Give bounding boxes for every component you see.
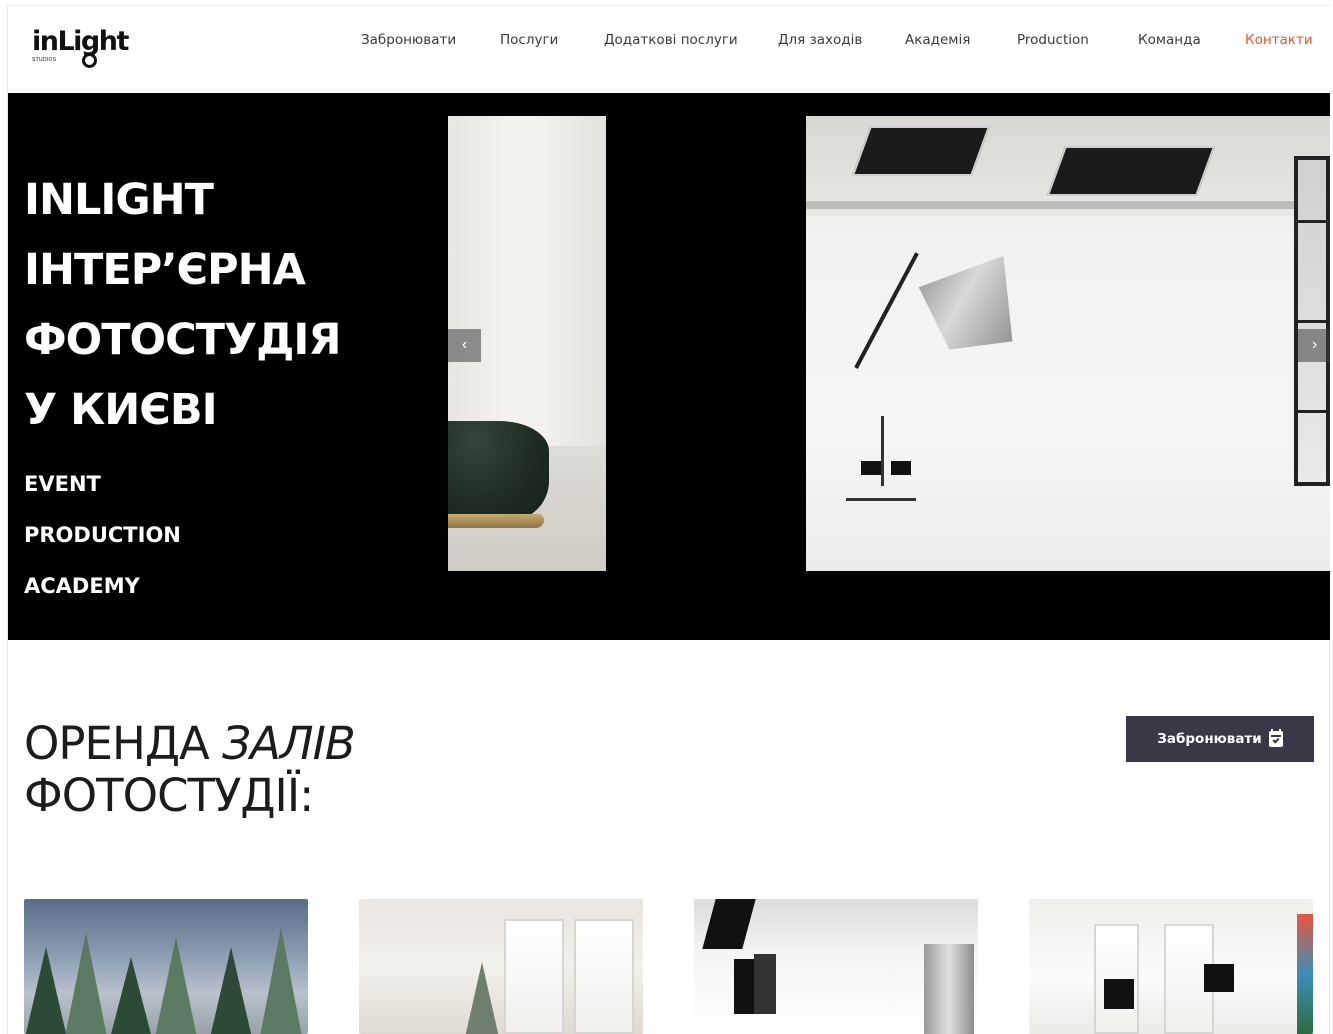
- studio-card-winter-forest[interactable]: [24, 899, 308, 1034]
- light-boom: [854, 252, 919, 369]
- window-bar: [1298, 220, 1326, 223]
- hero-title: INLIGHT ІНТЕР’ЄРНА ФОТОСТУДІЯ У КИЄВІ: [24, 165, 342, 445]
- softbox: [754, 954, 776, 1014]
- nav-item-services[interactable]: Послуги: [500, 32, 558, 48]
- sandbag: [891, 461, 911, 475]
- site-header: inLight STUDIOS Забронювати Послуги Дода…: [8, 6, 1330, 93]
- nav-item-production[interactable]: Production: [1017, 32, 1089, 48]
- logo-subtitle: STUDIOS: [32, 57, 57, 63]
- art-poster: [1297, 914, 1313, 1034]
- reflector-panel: [924, 944, 974, 1034]
- hero-title-line: ІНТЕР’ЄРНА: [24, 245, 306, 295]
- section-title-normal: ОРЕНДА: [24, 717, 210, 770]
- velvet-pouf: [448, 421, 549, 521]
- chevron-left-icon: ‹: [461, 336, 468, 353]
- hero-link-event[interactable]: EVENT: [24, 473, 181, 524]
- carousel-next-button[interactable]: ›: [1298, 329, 1330, 362]
- studio-card-cyclorama[interactable]: [694, 899, 978, 1034]
- nav-item-contacts[interactable]: Контакти: [1245, 32, 1313, 48]
- carousel-slide-studio: [806, 116, 1330, 571]
- hero-banner: INLIGHT ІНТЕР’ЄРНА ФОТОСТУДІЯ У КИЄВІ EV…: [8, 93, 1330, 640]
- studio-window: [1294, 156, 1330, 486]
- hero-title-line: INLIGHT: [24, 175, 214, 225]
- wall-shadow: [548, 116, 606, 456]
- logo-ring-icon: [82, 53, 97, 68]
- section-title-line2: ФОТОСТУДІЇ:: [24, 769, 314, 822]
- check-mark: [1272, 736, 1280, 744]
- window-frame: [574, 919, 634, 1034]
- fir-tree: [209, 947, 253, 1034]
- softbox: [1104, 979, 1134, 1009]
- book-button-label: Забронювати: [1157, 731, 1262, 747]
- sandbag: [861, 461, 881, 475]
- fir-tree: [154, 937, 198, 1034]
- calendar-check-icon: [1268, 729, 1283, 747]
- softbox: [917, 256, 1026, 361]
- fir-tree: [259, 927, 303, 1034]
- window-frame: [504, 919, 564, 1034]
- fir-tree: [64, 932, 108, 1034]
- nav-item-extra-services[interactable]: Додаткові послуги: [604, 32, 738, 48]
- hero-title-line: ФОТОСТУДІЯ: [24, 315, 342, 365]
- hero-link-production[interactable]: PRODUCTION: [24, 524, 181, 575]
- window-bar: [1298, 410, 1326, 413]
- hero-links: EVENT PRODUCTION ACADEMY: [24, 473, 181, 626]
- window-bar: [1298, 320, 1326, 323]
- pouf-base: [448, 514, 544, 528]
- softbox: [1204, 964, 1234, 992]
- carousel-prev-button[interactable]: ‹: [448, 329, 481, 362]
- studio-card-white-interior[interactable]: [359, 899, 643, 1034]
- studio-umbrella: [702, 899, 756, 949]
- ceiling-light-panel: [1046, 146, 1216, 196]
- section-title: ОРЕНДА ЗАЛІВ ФОТОСТУДІЇ:: [24, 717, 356, 822]
- nav-item-events[interactable]: Для заходів: [778, 32, 862, 48]
- nav-item-team[interactable]: Команда: [1138, 32, 1201, 48]
- ceiling-beam: [806, 201, 1330, 209]
- fir-tree: [109, 957, 153, 1034]
- chevron-right-icon: ›: [1311, 336, 1318, 353]
- nav-item-book[interactable]: Забронювати: [361, 32, 456, 48]
- site-logo[interactable]: inLight STUDIOS: [32, 28, 132, 74]
- stand-legs: [846, 471, 916, 501]
- christmas-tree: [464, 962, 500, 1034]
- hero-link-academy[interactable]: ACADEMY: [24, 575, 181, 626]
- fir-tree: [24, 947, 68, 1034]
- book-button[interactable]: Забронювати: [1126, 716, 1314, 762]
- ceiling-light-panel: [851, 126, 991, 176]
- nav-item-academy[interactable]: Академія: [905, 32, 970, 48]
- hero-title-line: У КИЄВІ: [24, 385, 218, 435]
- logo-wordmark: inLight: [32, 26, 129, 57]
- section-title-italic: ЗАЛІВ: [222, 717, 356, 770]
- studio-card-loft[interactable]: [1029, 899, 1313, 1034]
